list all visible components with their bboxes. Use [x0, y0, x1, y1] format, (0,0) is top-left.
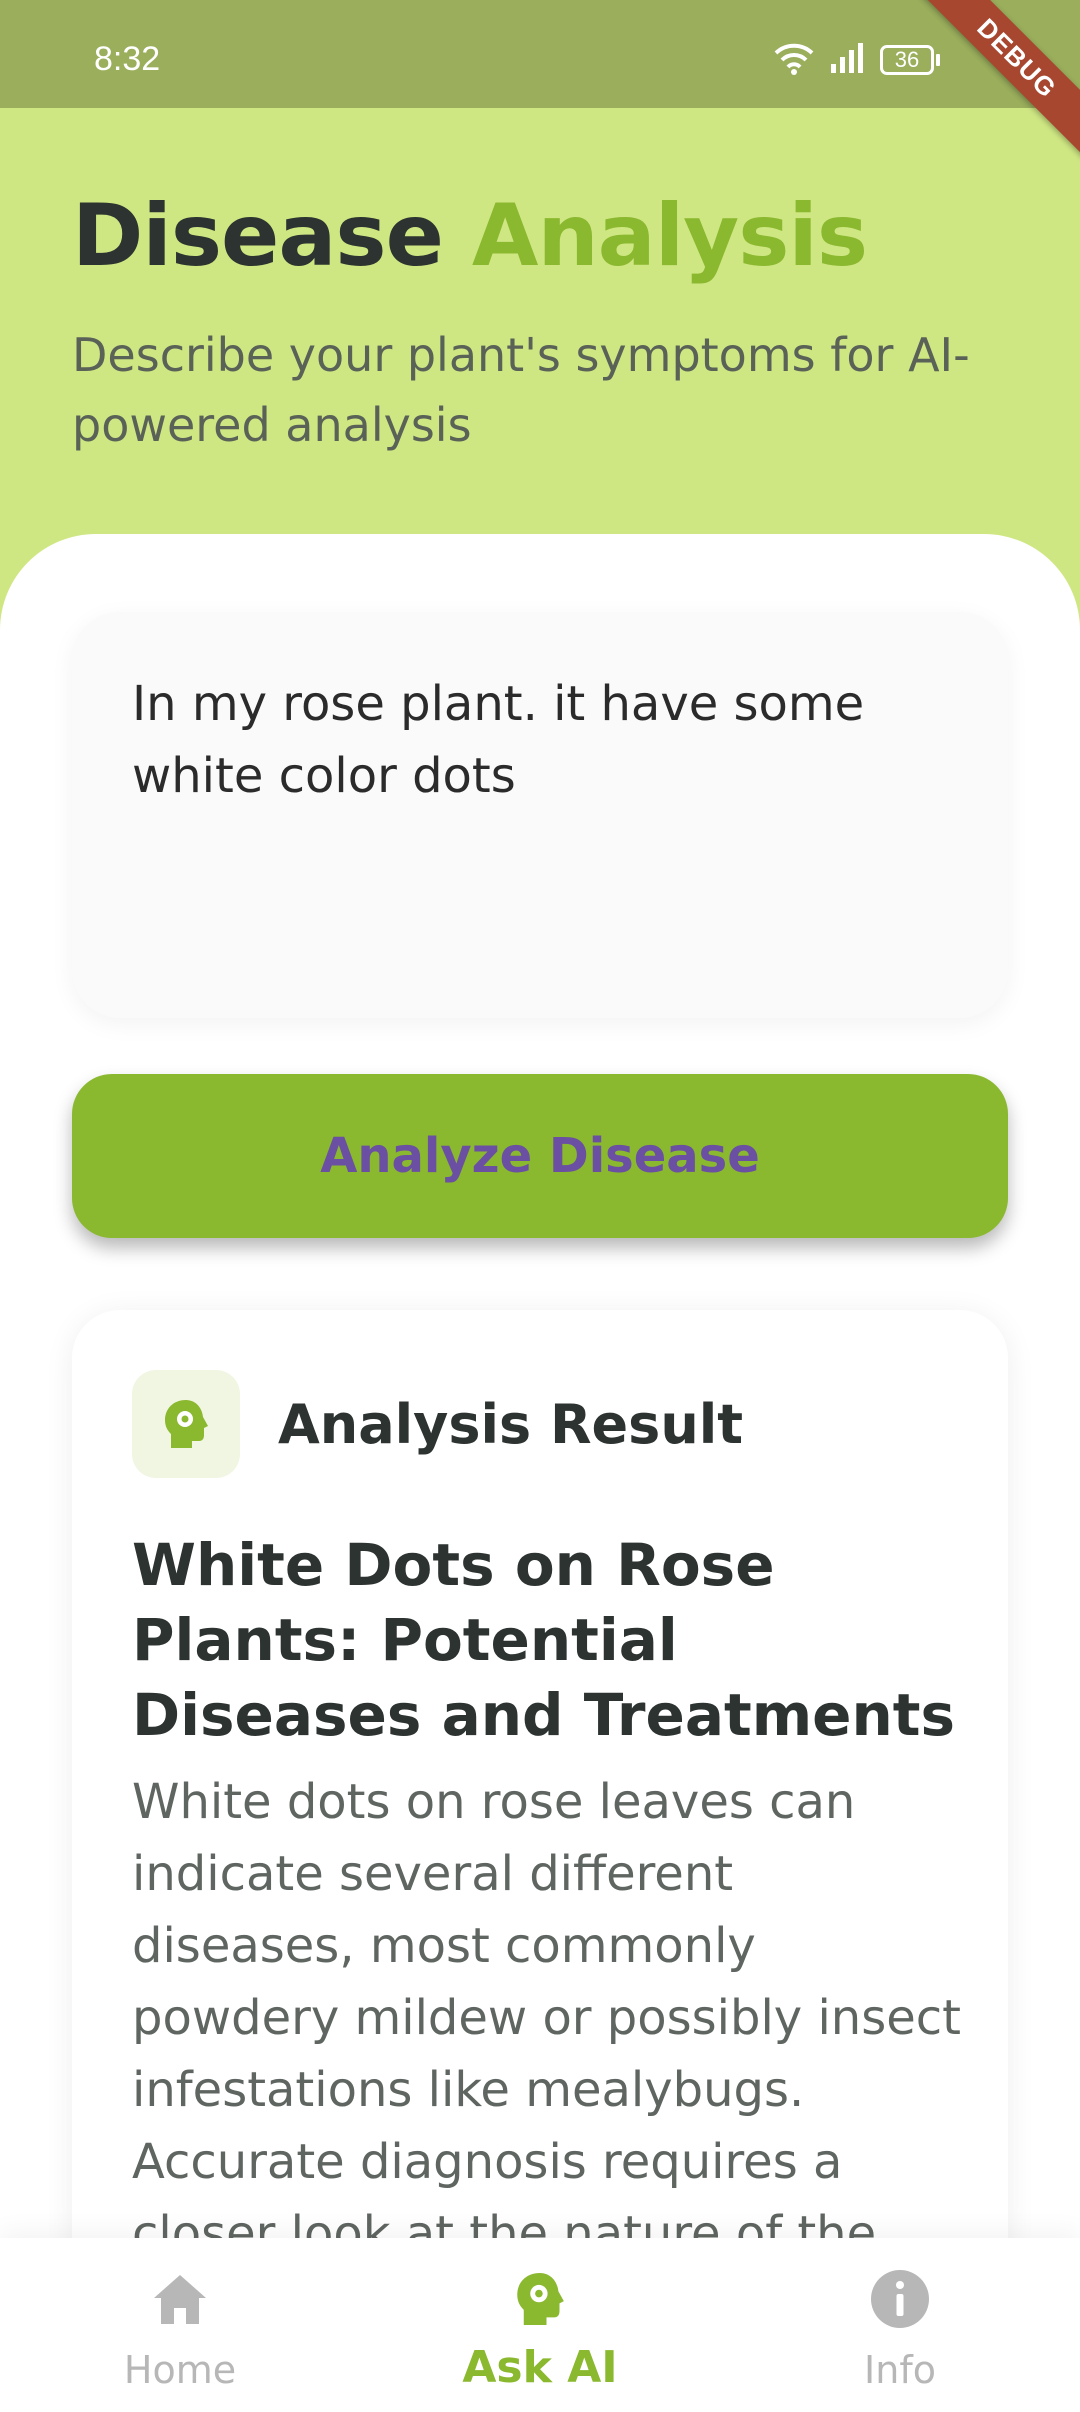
nav-item-info[interactable]: Info: [790, 2264, 1010, 2392]
wifi-icon: [774, 41, 814, 79]
battery-level: 36: [880, 45, 934, 75]
page-subtitle: Describe your plant's symptoms for AI-po…: [72, 328, 970, 452]
page-title: Disease Analysis: [72, 186, 1002, 286]
analyze-disease-button[interactable]: Analyze Disease: [72, 1074, 1008, 1238]
page-header: Disease Analysis Describe your plant's s…: [72, 186, 1002, 460]
status-bar: 8:32 36 DEBUG: [0, 0, 1080, 162]
battery-icon: 36: [880, 45, 940, 75]
debug-banner: DEBUG: [913, 0, 1080, 162]
status-time: 8:32: [94, 40, 161, 78]
nav-item-home[interactable]: Home: [70, 2264, 290, 2392]
bottom-navigation: Home Ask AI Info: [0, 2238, 1080, 2412]
nav-label-info: Info: [864, 2348, 936, 2392]
ai-head-icon: [430, 2264, 650, 2334]
analysis-result-card: Analysis Result White Dots on Rose Plant…: [72, 1310, 1008, 2310]
symptoms-input[interactable]: In my rose plant. it have some white col…: [72, 612, 1008, 1018]
ai-head-icon: [132, 1370, 240, 1478]
page-title-main: Disease: [72, 186, 444, 286]
page-title-accent: Analysis: [471, 186, 868, 286]
nav-label-ask-ai: Ask AI: [462, 2342, 618, 2393]
signal-icon: [830, 42, 864, 78]
nav-label-home: Home: [123, 2348, 237, 2392]
result-title: White Dots on Rose Plants: Potential Dis…: [132, 1531, 956, 1749]
result-label: Analysis Result: [278, 1392, 744, 1456]
status-icons: 36: [774, 40, 940, 80]
nav-item-ask-ai[interactable]: Ask AI: [430, 2264, 650, 2393]
home-icon: [70, 2264, 290, 2334]
info-icon: [790, 2264, 1010, 2334]
result-body: White dots on rose leaves can indicate s…: [132, 1774, 961, 2310]
result-header: Analysis Result: [132, 1370, 743, 1478]
